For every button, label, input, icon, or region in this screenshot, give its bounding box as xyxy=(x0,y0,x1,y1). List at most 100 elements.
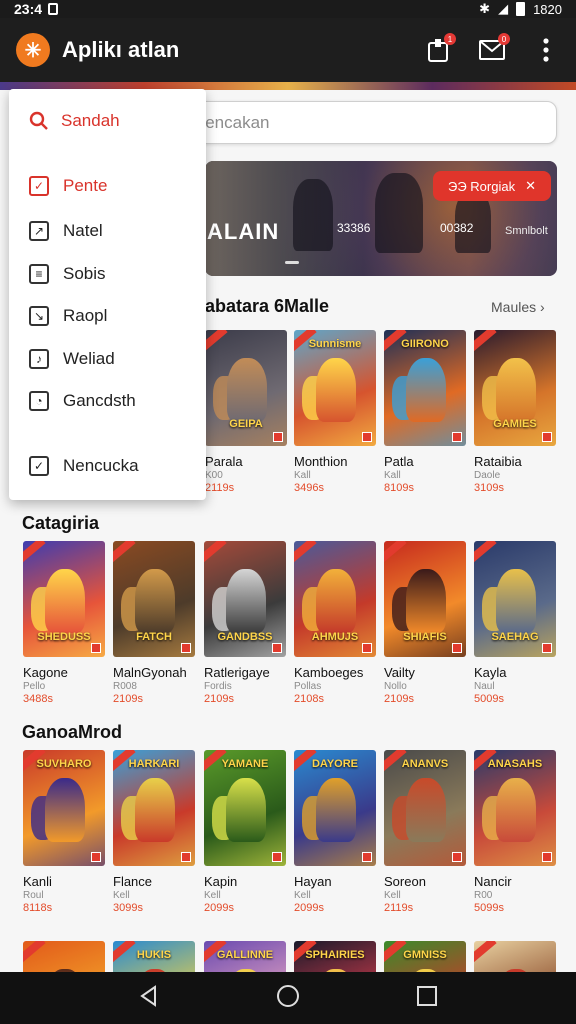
status-time: 23:4 xyxy=(14,1,43,17)
recents-icon[interactable] xyxy=(416,985,438,1012)
side-drawer: Sandah ✓ Pente ↗ Natel ≡ Sobis ↘ Raopl ♪ Weliad ◔ G… xyxy=(9,89,206,500)
game-subtitle: Kell xyxy=(204,890,221,901)
cover-title: ANANVS xyxy=(401,758,449,770)
drawer-item-label: Raopl xyxy=(63,306,108,325)
checkbox-icon: ✓ xyxy=(29,456,49,476)
game-cover[interactable]: DAYORE xyxy=(294,750,376,866)
cover-art-figure xyxy=(496,778,536,842)
game-tile[interactable]: GEIPA Parala K00 2119s xyxy=(205,330,287,494)
game-tile[interactable]: AHMUJS Kamboeges Pollas 2108s xyxy=(294,541,376,705)
game-cover[interactable]: ANASAHS xyxy=(474,750,556,866)
more-vert-icon[interactable] xyxy=(532,36,560,64)
cover-title: HUKIS xyxy=(136,949,172,961)
mail-icon[interactable]: 0 xyxy=(478,33,510,64)
game-cover[interactable]: SHEDUSS xyxy=(23,541,105,657)
cover-title: SAEHAG xyxy=(491,631,539,643)
game-name: Ratlerigaye xyxy=(204,665,270,680)
cover-title: GMNISS xyxy=(403,949,447,961)
game-cover[interactable]: GANDBSS xyxy=(204,541,286,657)
game-tile[interactable]: GIIRONO Patla Kall 8109s xyxy=(384,330,466,494)
cover-art-figure xyxy=(316,569,356,633)
game-tile[interactable]: YAMANE Kapin Kell 2099s xyxy=(204,750,286,914)
cover-title: SHEDUSS xyxy=(37,631,91,643)
download-badge: 1 xyxy=(444,33,456,45)
game-cover[interactable]: Sunnisme xyxy=(294,330,376,446)
drawer-item[interactable]: ↗ Natel xyxy=(29,221,103,241)
game-tile[interactable]: SUVHARO Kanli Roul 8118s xyxy=(23,750,105,914)
checkbox-icon: ≡ xyxy=(29,264,49,284)
drawer-header-label: Sandah xyxy=(61,111,120,130)
game-cover[interactable]: FATCH xyxy=(113,541,195,657)
cover-title: YAMANE xyxy=(221,758,269,770)
game-tile[interactable]: HARKARI Flance Kell 3099s xyxy=(113,750,195,914)
game-cover[interactable]: AHMUJS xyxy=(294,541,376,657)
status-bar: 23:4 ✱ ◢ 1820 xyxy=(0,0,576,18)
drawer-item[interactable]: ↘ Raopl xyxy=(29,306,107,326)
checkbox-icon: ◔ xyxy=(29,391,49,411)
game-price: 2109s xyxy=(113,693,143,705)
game-tile[interactable]: SHEDUSS Kagone Pello 3488s xyxy=(23,541,105,705)
game-tile[interactable]: GANDBSS Ratlerigaye Fordis 2109s xyxy=(204,541,286,705)
close-icon[interactable]: ✕ xyxy=(525,178,536,194)
game-tile[interactable]: SHIAFIS Vailty Nollo 2109s xyxy=(384,541,466,705)
game-price: 2108s xyxy=(294,693,324,705)
drawer-item[interactable]: ◔ Gancdsth xyxy=(29,391,136,411)
drawer-item[interactable]: ♪ Weliad xyxy=(29,349,115,369)
app-logo-icon[interactable]: ✳ xyxy=(16,33,50,67)
hero-banner[interactable]: ALAIN 33386 00382 Smnlbolt ЭЭ Rorgiak ✕ xyxy=(205,161,557,276)
game-name: Kagone xyxy=(23,665,68,680)
game-cover[interactable]: GEIPA xyxy=(205,330,287,446)
drawer-item[interactable]: ✓ Nencucka xyxy=(29,456,139,476)
wifi-icon: ◢ xyxy=(498,1,509,16)
platform-badge-icon xyxy=(91,852,101,862)
cover-title: GANDBSS xyxy=(217,631,273,643)
game-tile[interactable]: FATCH MalnGyonah R008 2109s xyxy=(113,541,195,705)
status-right-text: 1820 xyxy=(533,1,562,17)
hero-indicator xyxy=(285,261,299,264)
drawer-header[interactable]: Sandah xyxy=(29,111,120,131)
drawer-item-label: Sobis xyxy=(63,264,106,283)
download-icon[interactable]: 1 xyxy=(424,33,456,64)
game-subtitle: Fordis xyxy=(204,681,232,692)
home-icon[interactable] xyxy=(276,984,300,1013)
game-cover[interactable]: GIIRONO xyxy=(384,330,466,446)
game-cover[interactable]: HARKARI xyxy=(113,750,195,866)
game-cover[interactable]: SUVHARO xyxy=(23,750,105,866)
game-tile[interactable]: Sunnisme Monthion Kall 3496s xyxy=(294,330,376,494)
cover-title: HARKARI xyxy=(128,758,180,770)
platform-badge-icon xyxy=(542,643,552,653)
platform-badge-icon xyxy=(452,432,462,442)
mail-badge: 0 xyxy=(498,33,510,45)
game-subtitle: Kell xyxy=(384,890,401,901)
game-cover[interactable]: SAEHAG xyxy=(474,541,556,657)
hero-meta-3: Smnlbolt xyxy=(505,225,548,237)
drawer-item[interactable]: ✓ Pente xyxy=(29,176,107,196)
back-icon[interactable] xyxy=(138,984,160,1012)
drawer-item[interactable]: ≡ Sobis xyxy=(29,264,106,284)
drawer-item-label: Natel xyxy=(63,221,103,240)
game-cover[interactable]: GAMIES xyxy=(474,330,556,446)
new-ribbon xyxy=(294,541,317,565)
game-tile[interactable]: GAMIES Rataibia Daole 3109s xyxy=(474,330,556,494)
game-cover[interactable]: YAMANE xyxy=(204,750,286,866)
search-bar[interactable]: Gencakan xyxy=(147,101,557,144)
see-more-link[interactable]: Maules › xyxy=(491,299,545,315)
game-subtitle: R00 xyxy=(474,890,493,901)
game-name: Flance xyxy=(113,874,153,889)
hero-title: ALAIN xyxy=(207,219,280,244)
platform-badge-icon xyxy=(181,852,191,862)
hero-meta-2: 00382 xyxy=(440,221,474,235)
game-cover[interactable]: ANANVS xyxy=(384,750,466,866)
app-screen: 23:4 ✱ ◢ 1820 ✳ Aplikı atlan 1 0 Gencaka… xyxy=(0,0,576,1024)
game-tile[interactable]: ANANVS Soreon Kell 2119s xyxy=(384,750,466,914)
game-tile[interactable]: ANASAHS Nancir R00 5099s xyxy=(474,750,556,914)
cover-art-figure xyxy=(496,569,536,633)
game-tile[interactable]: DAYORE Hayan Kell 2099s xyxy=(294,750,376,914)
game-cover[interactable]: SHIAFIS xyxy=(384,541,466,657)
game-tile[interactable]: SAEHAG Kayla Naul 5009s xyxy=(474,541,556,705)
new-ribbon xyxy=(113,541,136,565)
hero-cta-button[interactable]: ЭЭ Rorgiak ✕ xyxy=(433,171,551,201)
game-price: 3109s xyxy=(474,482,504,494)
platform-badge-icon xyxy=(91,643,101,653)
drawer-item-label: Nencucka xyxy=(63,456,139,475)
